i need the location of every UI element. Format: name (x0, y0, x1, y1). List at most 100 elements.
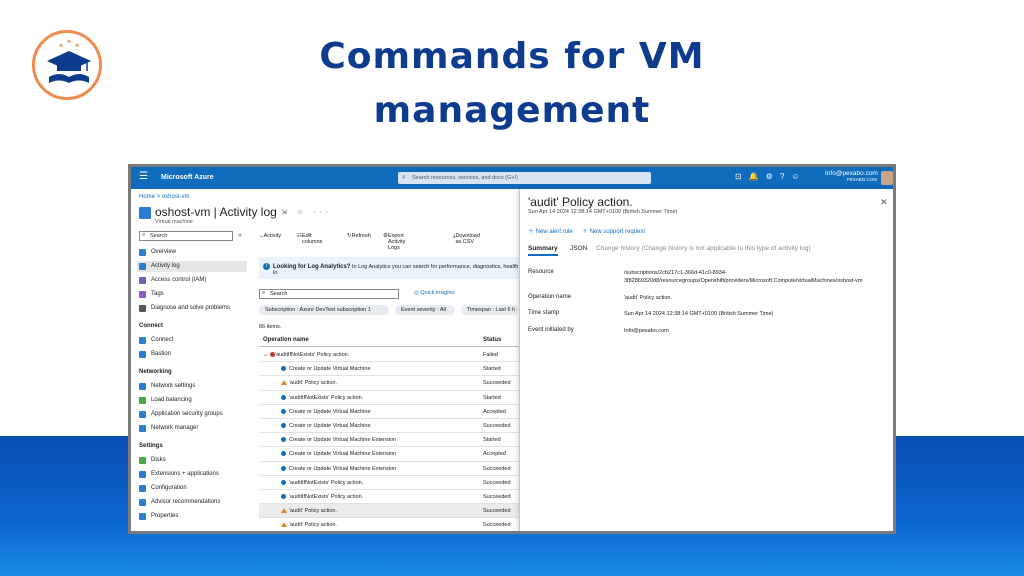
new-alert-label: New alert rule (535, 229, 573, 235)
operation-name-cell[interactable]: Create or Update Virtual Machine Extensi… (289, 437, 396, 443)
table-row[interactable]: 'audit' Policy action. Succeeded (259, 504, 519, 519)
table-row[interactable]: 'auditIfNotExists' Policy action. Started (259, 391, 519, 405)
collapse-menu-icon[interactable]: « (238, 232, 242, 239)
operation-name-cell[interactable]: 'auditIfNotExists' Policy action. (275, 352, 349, 358)
table-row[interactable]: Create or Update Virtual Machine Extensi… (259, 433, 519, 448)
table-row[interactable]: 'audit' Policy action. Succeeded (259, 376, 519, 391)
column-operation-name[interactable]: Operation name (263, 337, 309, 343)
chevron-down-icon[interactable]: ⌄ (263, 351, 268, 358)
search-icon: ⌕ (142, 232, 146, 238)
nav-section-connect[interactable]: Connect (139, 323, 163, 329)
operation-name-cell[interactable]: Create or Update Virtual Machine (289, 366, 371, 372)
tag-icon (139, 291, 146, 298)
operation-name-cell[interactable]: 'audit' Policy action. (289, 380, 337, 386)
operation-name-cell[interactable]: 'audit' Policy action. (289, 508, 337, 514)
help-icon[interactable]: ? (780, 172, 791, 181)
nav-section-networking[interactable]: Networking (139, 369, 172, 375)
cloud-shell-icon[interactable]: ⊡ (735, 172, 749, 181)
table-row[interactable]: Create or Update Virtual Machine Extensi… (259, 462, 519, 476)
new-alert-rule-button[interactable]: ＋ New alert rule (528, 226, 573, 235)
extensions-icon (139, 471, 146, 478)
wrench-icon (139, 305, 146, 312)
nav-item-network-settings[interactable]: Network settings (137, 381, 247, 392)
hamburger-icon[interactable]: ☰ (139, 172, 148, 182)
nav-item-tags[interactable]: Tags (137, 289, 247, 300)
nav-item-app-security-groups[interactable]: Application security groups (137, 409, 247, 420)
nav-item-label: Application security groups (151, 411, 223, 417)
table-header: Operation name Status (259, 334, 519, 347)
activity-search-input[interactable]: ⌕ Search (259, 289, 399, 299)
nav-item-label: Diagnose and solve problems (151, 305, 231, 311)
global-search-placeholder: Search resources, services, and docs (G+… (412, 175, 518, 181)
table-row[interactable]: 'auditIfNotExists' Policy action. Succeed… (259, 490, 519, 505)
avatar[interactable] (881, 171, 893, 185)
export-button[interactable]: ⚙ Export Activity Logs (383, 233, 405, 251)
status-cell: Succeeded (483, 494, 511, 500)
nav-item-load-balancing[interactable]: Load balancing (137, 395, 247, 406)
download-csv-button[interactable]: ⤓ Download as CSV (453, 233, 480, 245)
operation-name-cell[interactable]: Create or Update Virtual Machine (289, 409, 371, 415)
search-icon: ⌕ (402, 174, 406, 181)
activity-search-placeholder: Search (270, 291, 288, 297)
breadcrumb[interactable]: Home > oshost-vm (139, 194, 190, 200)
feedback-icon[interactable]: ☺ (791, 172, 806, 181)
global-search-input[interactable]: ⌕ Search resources, services, and docs (… (398, 172, 651, 184)
nav-item-advisor[interactable]: Advisor recommendations (137, 497, 247, 508)
table-row[interactable]: Create or Update Virtual Machine Succeede… (259, 419, 519, 434)
items-count: 66 items. (259, 324, 282, 330)
panel-subtitle: Sun Apr 14 2024 12:38:14 GMT+0100 (Briti… (528, 209, 678, 215)
nav-item-access-control[interactable]: Access control (IAM) (137, 275, 247, 286)
nav-section-settings[interactable]: Settings (139, 443, 163, 449)
table-row[interactable]: ⌄ 'auditIfNotExists' Policy action. Failed (259, 348, 519, 363)
timespan-filter[interactable]: Timespan : Last 6 h (461, 305, 519, 315)
table-row[interactable]: Create or Update Virtual Machine Extensi… (259, 447, 519, 462)
subscription-filter[interactable]: Subscription : Azure DevTest subscriptio… (259, 305, 389, 315)
table-row[interactable]: 'auditIfNotExists' Policy action. Succeed… (259, 476, 519, 490)
tab-json[interactable]: JSON (570, 245, 587, 252)
nav-item-properties[interactable]: Properties (137, 511, 247, 522)
quick-insights-link[interactable]: ◎ Quick insights (414, 290, 455, 296)
nav-item-disks[interactable]: Disks (137, 455, 247, 466)
operation-name-cell[interactable]: 'auditIfNotExists' Policy action. (289, 395, 363, 401)
severity-filter[interactable]: Event severity : All (395, 305, 455, 315)
tab-change-history[interactable]: Change history (Change history is not ap… (596, 245, 811, 252)
menu-search-input[interactable]: ⌕ Search (139, 231, 233, 241)
edit-columns-label: Edit columns (301, 233, 323, 245)
activity-button[interactable]: ⌄ Activity (259, 233, 281, 239)
resource-value: /subscriptions/2cb217c1-366d-41c0-8934-3… (624, 270, 863, 284)
nav-item-network-manager[interactable]: Network manager (137, 423, 247, 434)
status-cell: Succeeded (483, 522, 511, 529)
operation-name-cell[interactable]: 'auditIfNotExists' Policy action. (289, 494, 363, 500)
virtual-machine-icon (139, 207, 151, 219)
new-support-request-button[interactable]: ＋ New support request (582, 226, 645, 235)
operation-name-cell[interactable]: 'auditIfNotExists' Policy action. (289, 480, 363, 486)
operation-name-cell[interactable]: Create or Update Virtual Machine Extensi… (289, 466, 396, 472)
operation-name-cell[interactable]: Create or Update Virtual Machine Extensi… (289, 451, 396, 457)
nav-item-diagnose[interactable]: Diagnose and solve problems (137, 303, 247, 314)
initiated-by-label: Event initiated by (528, 327, 574, 333)
refresh-button[interactable]: ↻ Refresh (347, 233, 371, 239)
settings-icon[interactable]: ⚙ (766, 172, 780, 181)
nav-item-connect[interactable]: Connect (137, 335, 247, 346)
nav-item-overview[interactable]: Overview (137, 247, 247, 258)
nav-item-configuration[interactable]: Configuration (137, 483, 247, 494)
azure-brand[interactable]: Microsoft Azure (161, 174, 214, 181)
nav-item-extensions[interactable]: Extensions + applications (137, 469, 247, 480)
nav-item-bastion[interactable]: Bastion (137, 349, 247, 360)
network-icon (139, 383, 146, 390)
operation-name-cell[interactable]: Create or Update Virtual Machine (289, 423, 371, 429)
search-icon: ⌕ (262, 290, 266, 296)
notifications-icon[interactable]: 🔔 (749, 172, 766, 181)
nav-item-activity-log[interactable]: Activity log (137, 261, 247, 272)
account-email[interactable]: Info@pexabo.com PEXABO.COM (825, 170, 878, 182)
close-icon[interactable]: ✕ (880, 197, 888, 208)
tab-summary[interactable]: Summary (528, 245, 558, 256)
table-row[interactable]: Create or Update Virtual Machine Accepted (259, 405, 519, 419)
edit-columns-button[interactable]: ☷ Edit columns (297, 233, 322, 245)
table-row[interactable]: Create or Update Virtual Machine Started (259, 362, 519, 377)
initiated-by-value: Info@pexabo.com (624, 328, 669, 334)
operation-name-cell[interactable]: 'audit' Policy action. (289, 522, 337, 528)
table-row[interactable]: 'audit' Policy action. Succeeded (259, 518, 519, 531)
title-actions[interactable]: ⇲ ☆ ··· (281, 208, 332, 216)
column-status[interactable]: Status (483, 337, 501, 343)
